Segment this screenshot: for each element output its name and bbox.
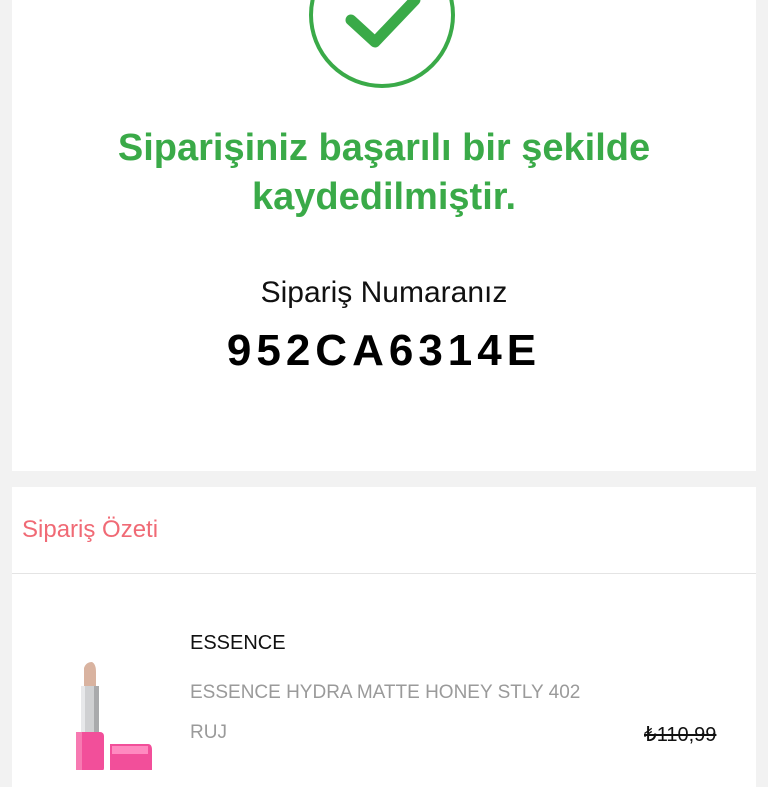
check-circle-icon <box>309 0 455 88</box>
product-old-price: ₺110,99 <box>644 724 717 746</box>
success-message: Siparişiniz başarılı bir şekilde kaydedi… <box>117 127 651 218</box>
divider <box>12 573 756 574</box>
order-summary-title[interactable]: Sipariş Özeti <box>22 516 158 544</box>
product-brand: ESSENCE <box>190 632 286 654</box>
lipstick-image <box>70 660 160 775</box>
product-name: ESSENCE HYDRA MATTE HONEY STLY 402 RUJ <box>190 682 581 743</box>
order-number: 952CA6314E <box>226 326 542 375</box>
order-number-label: Sipariş Numaranız <box>260 276 508 309</box>
